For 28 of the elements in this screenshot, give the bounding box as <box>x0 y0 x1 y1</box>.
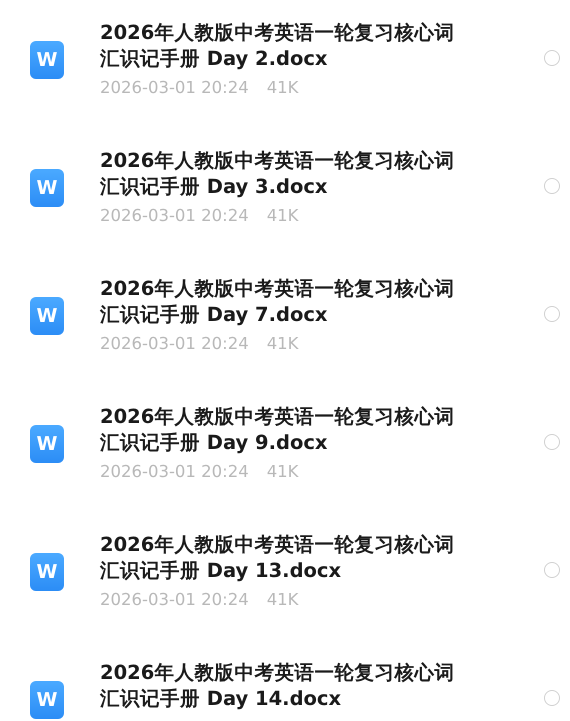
word-file-icon: W <box>30 169 64 207</box>
file-date: 2026-03-01 20:24 <box>100 78 249 97</box>
file-date: 2026-03-01 20:24 <box>100 334 249 353</box>
word-file-icon: W <box>30 425 64 463</box>
file-name: 2026年人教版中考英语一轮复习核心词汇识记手册 Day 9.docx <box>100 404 456 456</box>
word-file-icon: W <box>30 553 64 591</box>
select-radio[interactable] <box>544 50 560 66</box>
file-date: 2026-03-01 20:24 <box>100 590 249 609</box>
select-radio[interactable] <box>544 306 560 322</box>
file-size: 41K <box>266 206 299 225</box>
file-name: 2026年人教版中考英语一轮复习核心词汇识记手册 Day 3.docx <box>100 148 456 200</box>
word-file-icon: W <box>30 681 64 719</box>
select-radio[interactable] <box>544 178 560 194</box>
word-file-icon: W <box>30 297 64 335</box>
file-size: 41K <box>266 334 299 353</box>
file-name: 2026年人教版中考英语一轮复习核心词汇识记手册 Day 7.docx <box>100 276 456 328</box>
file-size: 41K <box>266 462 299 481</box>
file-name: 2026年人教版中考英语一轮复习核心词汇识记手册 Day 13.docx <box>100 532 456 584</box>
file-size: 41K <box>266 590 299 609</box>
word-file-icon: W <box>30 41 64 79</box>
file-date: 2026-03-01 20:24 <box>100 206 249 225</box>
file-name: 2026年人教版中考英语一轮复习核心词汇识记手册 Day 2.docx <box>100 20 456 72</box>
file-date: 2026-03-01 20:24 <box>100 462 249 481</box>
select-radio[interactable] <box>544 434 560 450</box>
select-radio[interactable] <box>544 562 560 578</box>
select-radio[interactable] <box>544 690 560 706</box>
file-size: 41K <box>266 78 299 97</box>
file-name: 2026年人教版中考英语一轮复习核心词汇识记手册 Day 14.docx <box>100 660 456 712</box>
